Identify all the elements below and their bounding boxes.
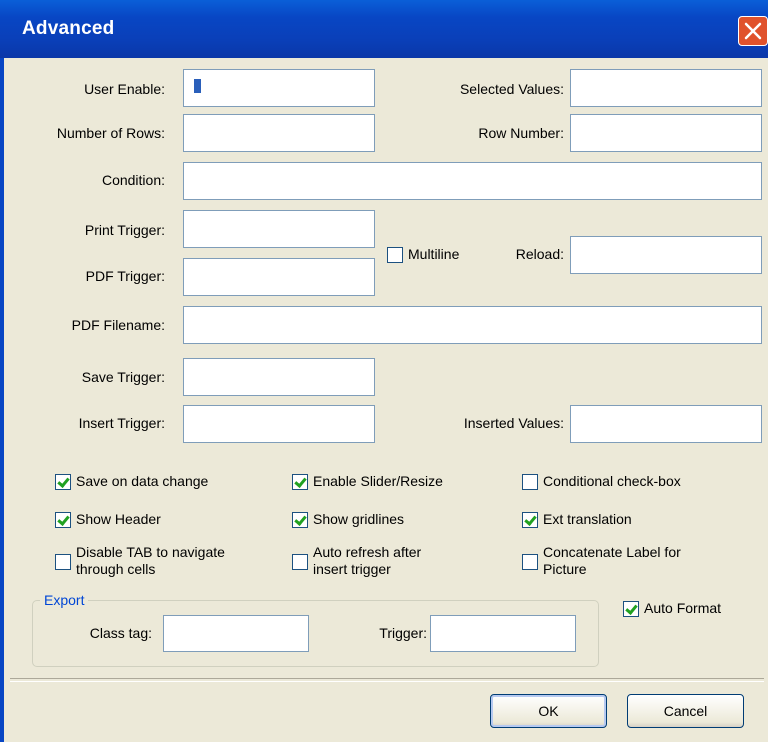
close-button[interactable] [738, 16, 768, 46]
insert-trigger-label: Insert Trigger: [78, 415, 165, 431]
pdf-trigger-input[interactable] [183, 258, 375, 296]
auto-format-box[interactable] [623, 601, 639, 617]
title-bar[interactable]: Advanced [0, 0, 768, 58]
disable-tab-label-line1: Disable TAB to navigate [76, 544, 225, 560]
enable-slider-resize-label: Enable Slider/Resize [313, 473, 443, 489]
print-trigger-label: Print Trigger: [84, 222, 165, 238]
row-number-input[interactable] [570, 114, 762, 152]
multiline-checkbox[interactable]: Multiline [387, 246, 459, 263]
number-of-rows-label: Number of Rows: [56, 125, 165, 141]
save-trigger-input[interactable] [183, 358, 375, 396]
ext-translation-box[interactable] [522, 512, 538, 528]
show-gridlines-label: Show gridlines [313, 511, 405, 527]
enable-slider-resize-box[interactable] [292, 474, 308, 490]
auto-refresh-label-line2: insert trigger [313, 561, 391, 577]
concatenate-label-box[interactable] [522, 554, 538, 570]
pdf-filename-label: PDF Filename: [71, 317, 165, 333]
condition-label: Condition: [101, 172, 165, 188]
show-gridlines-checkbox[interactable]: Show gridlines [292, 511, 404, 528]
cancel-button[interactable]: Cancel [627, 694, 744, 728]
show-header-label: Show Header [76, 511, 161, 527]
show-gridlines-box[interactable] [292, 512, 308, 528]
auto-refresh-box[interactable] [292, 554, 308, 570]
user-enable-input[interactable] [183, 69, 375, 107]
selected-values-input[interactable] [570, 69, 762, 107]
ext-translation-label: Ext translation [543, 511, 632, 527]
save-on-data-change-checkbox[interactable]: Save on data change [55, 473, 208, 490]
multiline-checkbox-box[interactable] [387, 247, 403, 263]
inserted-values-label: Inserted Values: [463, 415, 564, 431]
window-frame-left [0, 58, 4, 742]
conditional-checkbox-label: Conditional check-box [543, 473, 681, 489]
disable-tab-box[interactable] [55, 554, 71, 570]
insert-trigger-input[interactable] [183, 405, 375, 443]
multiline-label: Multiline [408, 246, 460, 262]
close-icon [744, 22, 762, 40]
condition-input[interactable] [183, 162, 762, 200]
save-on-data-change-label: Save on data change [76, 473, 209, 489]
show-header-checkbox[interactable]: Show Header [55, 511, 161, 528]
reload-input[interactable] [570, 236, 762, 274]
auto-refresh-checkbox[interactable]: Auto refresh after insert trigger [292, 544, 421, 578]
print-trigger-input[interactable] [183, 210, 375, 248]
advanced-dialog: Advanced User Enable: Selected Values: N… [0, 0, 768, 742]
ext-translation-checkbox[interactable]: Ext translation [522, 511, 632, 528]
selected-values-label: Selected Values: [459, 81, 564, 97]
disable-tab-label-line2: through cells [76, 561, 156, 577]
auto-format-label: Auto Format [644, 600, 722, 616]
export-trigger-label: Trigger: [379, 625, 427, 641]
enable-slider-resize-checkbox[interactable]: Enable Slider/Resize [292, 473, 443, 490]
reload-label: Reload: [515, 246, 564, 262]
save-on-data-change-box[interactable] [55, 474, 71, 490]
pdf-trigger-label: PDF Trigger: [85, 268, 165, 284]
number-of-rows-input[interactable] [183, 114, 375, 152]
export-trigger-input[interactable] [430, 615, 576, 652]
separator [10, 678, 764, 682]
inserted-values-input[interactable] [570, 405, 762, 443]
conditional-checkbox-box[interactable] [522, 474, 538, 490]
row-number-label: Row Number: [478, 125, 564, 141]
save-trigger-label: Save Trigger: [81, 369, 165, 385]
user-enable-label: User Enable: [84, 81, 165, 97]
auto-format-checkbox[interactable]: Auto Format [623, 600, 721, 617]
concatenate-label-line2: Picture [543, 561, 587, 577]
disable-tab-checkbox[interactable]: Disable TAB to navigate through cells [55, 544, 225, 578]
concatenate-label-checkbox[interactable]: Concatenate Label for Picture [522, 544, 681, 578]
class-tag-label: Class tag: [89, 625, 152, 641]
class-tag-input[interactable] [163, 615, 309, 652]
pdf-filename-input[interactable] [183, 306, 762, 344]
auto-refresh-label-line1: Auto refresh after [313, 544, 422, 560]
export-legend: Export [40, 592, 89, 608]
window-title: Advanced [22, 18, 115, 39]
concatenate-label-line1: Concatenate Label for [543, 544, 681, 560]
show-header-box[interactable] [55, 512, 71, 528]
conditional-checkbox-checkbox[interactable]: Conditional check-box [522, 473, 681, 490]
ok-button[interactable]: OK [490, 694, 607, 728]
